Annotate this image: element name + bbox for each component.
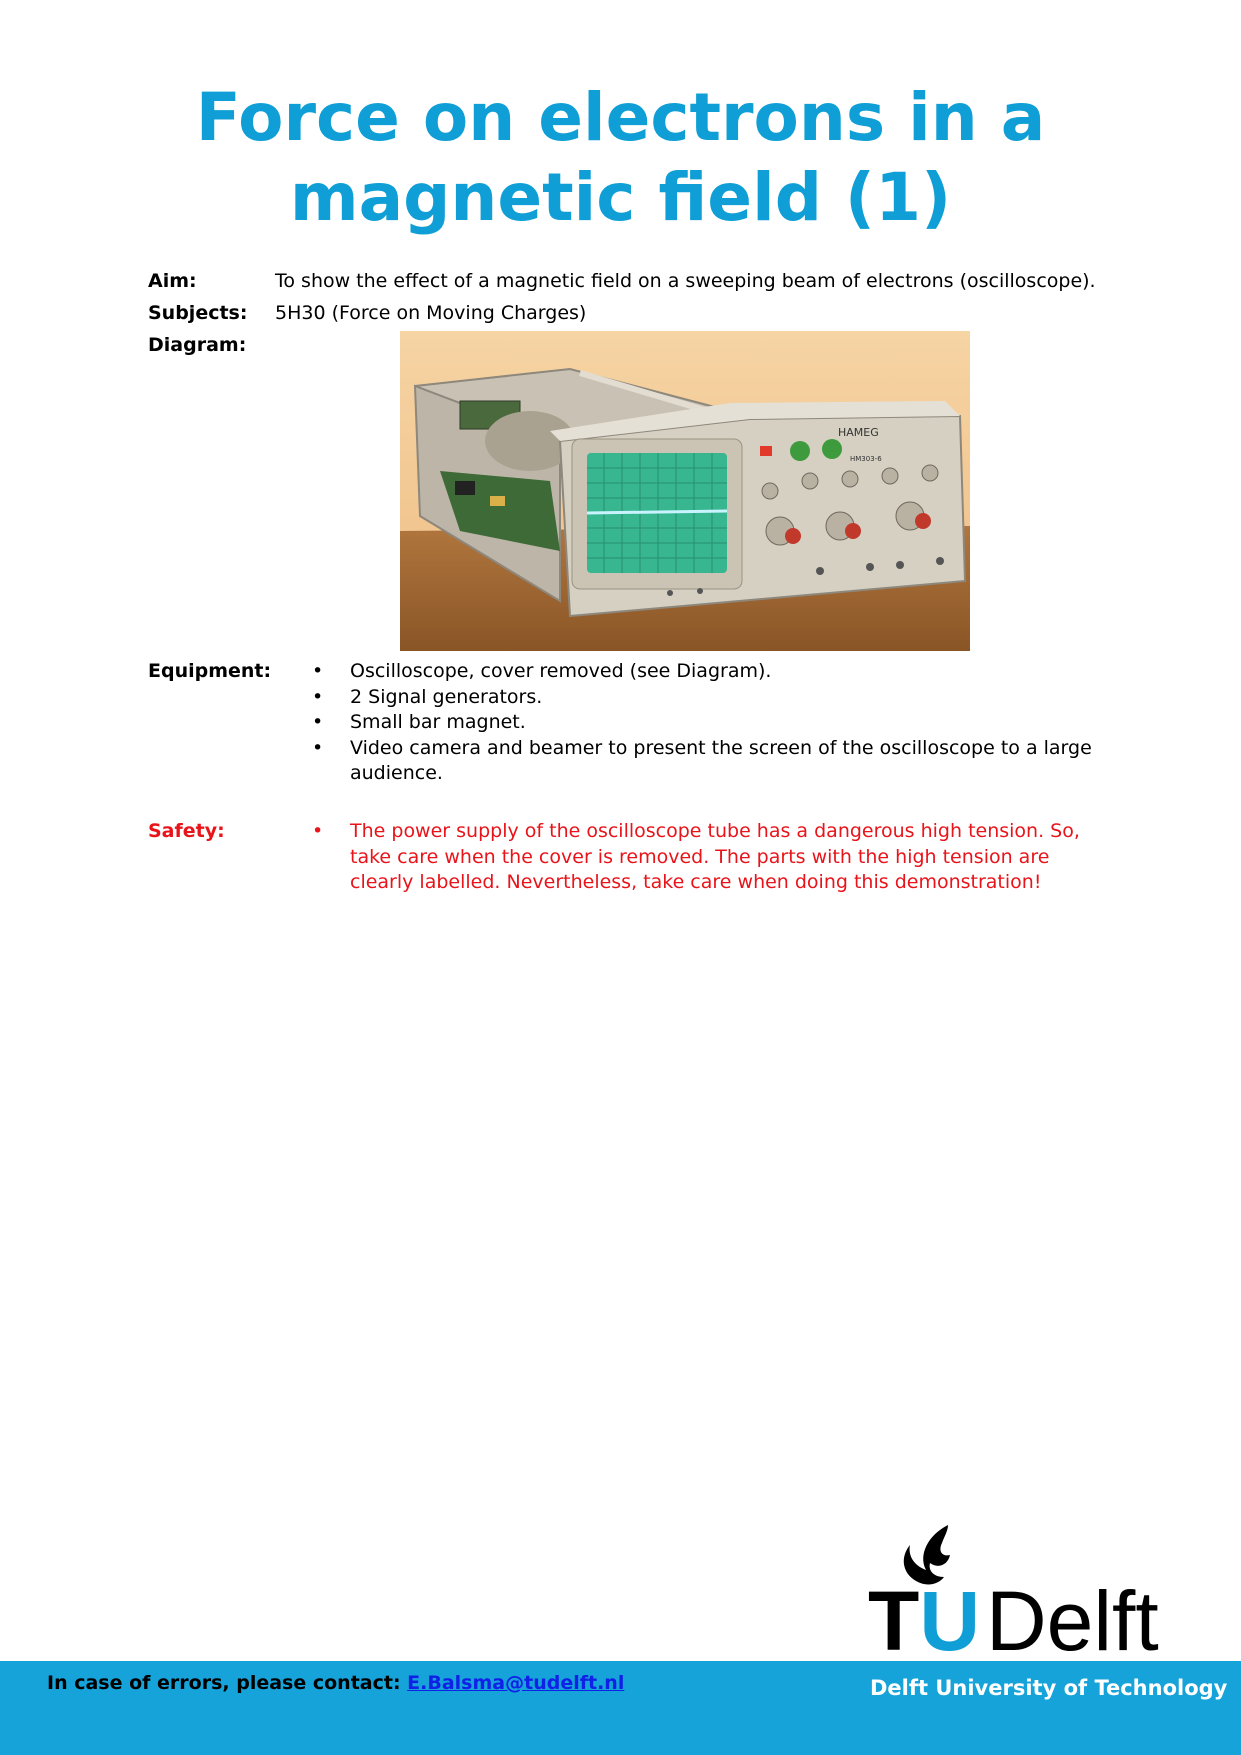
list-item: Oscilloscope, cover removed (see Diagram…	[310, 659, 1110, 685]
list-item: 2 Signal generators.	[310, 685, 1110, 711]
logo-delft: Delft	[986, 1574, 1159, 1657]
oscilloscope-photo: HAMEG HM303-6	[400, 331, 970, 651]
page-title: Force on electrons in a magnetic field (…	[0, 78, 1241, 238]
aim-text: To show the effect of a magnetic field o…	[275, 270, 1096, 292]
equipment-label: Equipment:	[148, 660, 272, 682]
logo-tu: TU	[868, 1574, 980, 1657]
list-item: Small bar magnet.	[310, 710, 1110, 736]
oscilloscope-illustration: HAMEG HM303-6	[400, 331, 970, 651]
title-line-1: Force on electrons in a	[195, 79, 1046, 156]
equipment-list: Oscilloscope, cover removed (see Diagram…	[310, 659, 1110, 787]
scope-brand: HAMEG	[838, 426, 879, 439]
contact-email-link[interactable]: E.Balsma@tudelft.nl	[407, 1672, 624, 1694]
tu-delft-logo: TU Delft	[868, 1515, 1208, 1668]
list-item: The power supply of the oscilloscope tub…	[310, 819, 1110, 896]
contact-line: In case of errors, please contact: E.Bal…	[47, 1671, 624, 1695]
contact-label: In case of errors, please contact:	[47, 1672, 408, 1694]
diagram-label: Diagram:	[148, 334, 247, 356]
safety-label: Safety:	[148, 820, 225, 842]
list-item: Video camera and beamer to present the s…	[310, 736, 1110, 787]
title-line-2: magnetic field (1)	[289, 159, 952, 236]
university-name: Delft University of Technology	[870, 1676, 1228, 1700]
aim-label: Aim:	[148, 270, 197, 292]
safety-list: The power supply of the oscilloscope tub…	[310, 819, 1110, 896]
subjects-text: 5H30 (Force on Moving Charges)	[275, 302, 587, 324]
scope-model: HM303-6	[850, 455, 882, 463]
subjects-label: Subjects:	[148, 302, 248, 324]
